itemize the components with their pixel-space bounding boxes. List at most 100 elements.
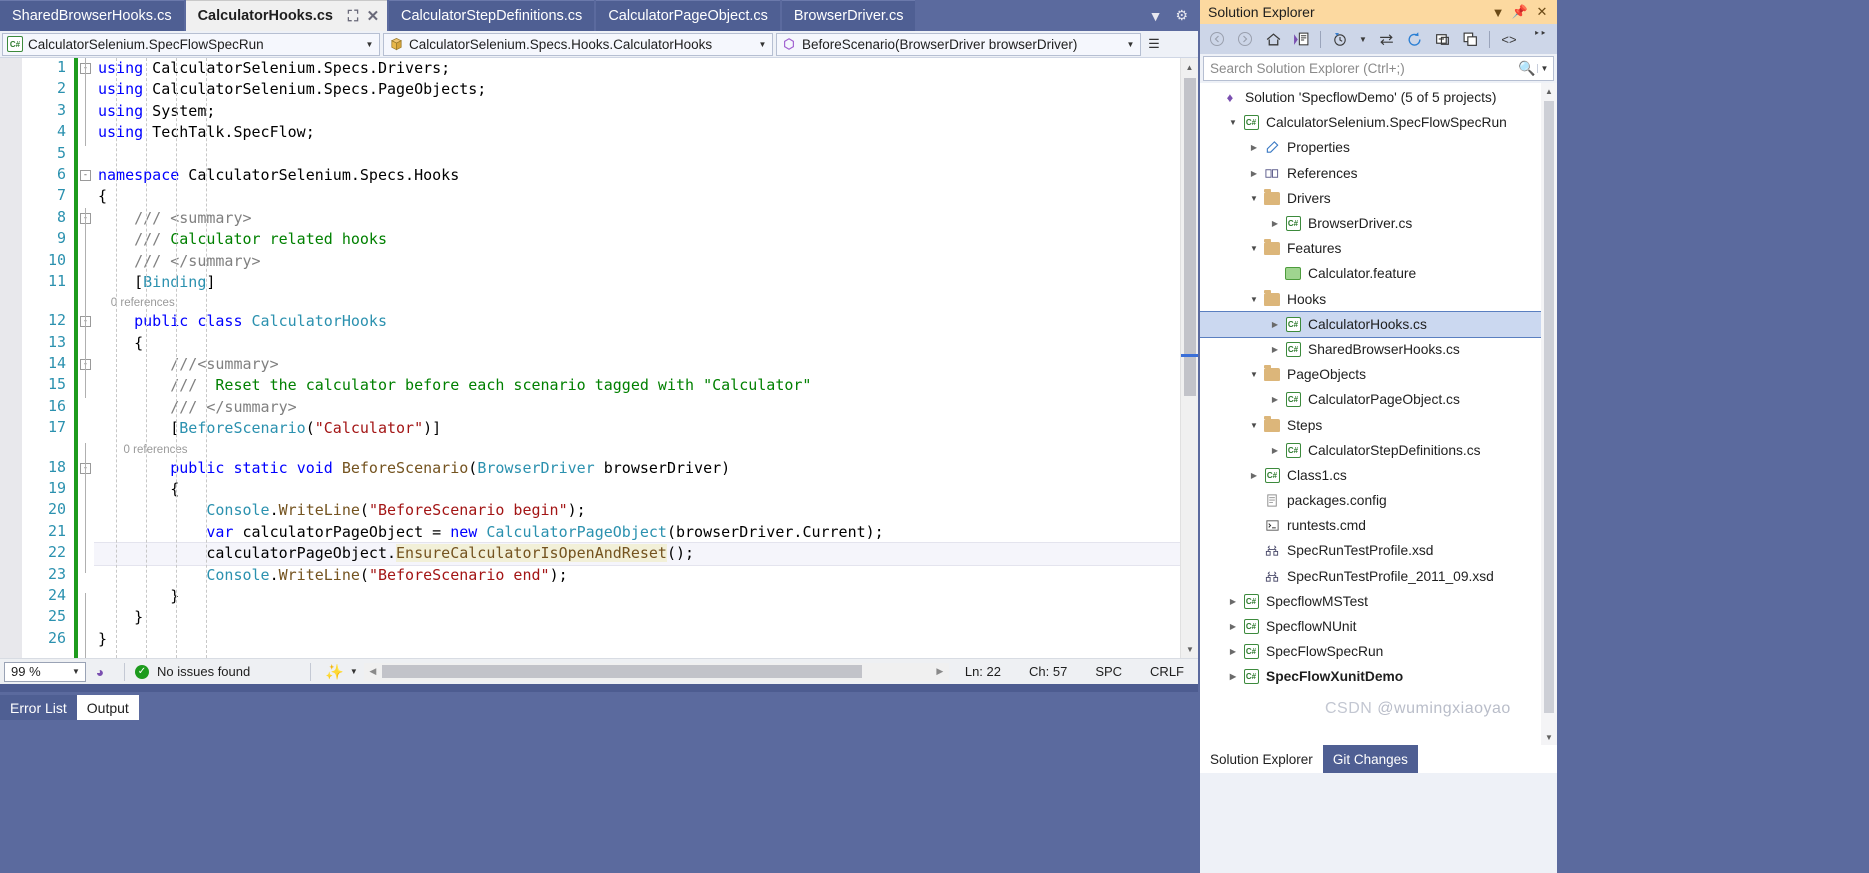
editor-tab[interactable]: CalculatorPageObject.cs [596, 0, 780, 31]
chevron-right-icon[interactable]: ▶ [1267, 395, 1283, 404]
tree-item[interactable]: ▼Hooks [1200, 287, 1557, 312]
chevron-down-icon[interactable]: ▼ [362, 40, 377, 49]
tree-item[interactable]: SpecRunTestProfile.xsd [1200, 538, 1557, 563]
code-line[interactable]: { [94, 333, 1198, 354]
dock-tab[interactable]: Output [77, 695, 139, 720]
chevron-right-icon[interactable]: ▶ [1225, 622, 1241, 631]
pin-icon[interactable]: ⛶ [343, 5, 363, 27]
caret-down-icon[interactable]: ▼ [1541, 729, 1557, 745]
tree-item[interactable]: ♦Solution 'SpecflowDemo' (5 of 5 project… [1200, 85, 1557, 110]
close-icon[interactable]: ✕ [1531, 1, 1553, 23]
overflow-icon[interactable]: ‣‣ [1527, 27, 1553, 51]
tree-item[interactable]: ▶C#BrowserDriver.cs [1200, 211, 1557, 236]
tree-item[interactable]: ▶Properties [1200, 135, 1557, 160]
code-line-current[interactable]: calculatorPageObject.EnsureCalculatorIsO… [94, 543, 1198, 564]
chevron-down-icon[interactable]: ▼ [1123, 40, 1138, 49]
zoom-level-dropdown[interactable]: 99 % ▼ [4, 662, 86, 682]
solution-footer-tab[interactable]: Solution Explorer [1200, 745, 1323, 773]
sync-with-active-document-icon[interactable] [1373, 27, 1399, 51]
code-folding-margin[interactable]: ------ [78, 58, 94, 658]
dock-tab[interactable]: Error List [0, 695, 77, 720]
solution-vertical-scrollbar[interactable]: ▲ ▼ [1541, 83, 1557, 745]
history-dropdown-icon[interactable]: ▼ [1355, 27, 1371, 51]
code-cleanup-icon[interactable]: ✨ [325, 663, 344, 681]
code-line[interactable]: using System; [94, 101, 1198, 122]
code-lens-references[interactable]: 0 references [94, 293, 1198, 311]
editor-tab[interactable]: CalculatorStepDefinitions.cs [389, 0, 594, 31]
search-icon[interactable]: 🔍 [1517, 60, 1537, 77]
chevron-right-icon[interactable]: ▶ [1225, 647, 1241, 656]
show-all-files-icon[interactable]: <> [1496, 27, 1522, 51]
solution-tree[interactable]: ♦Solution 'SpecflowDemo' (5 of 5 project… [1200, 83, 1557, 745]
caret-up-icon[interactable]: ▲ [1541, 83, 1557, 99]
chevron-right-icon[interactable]: ▶ [1225, 672, 1241, 681]
home-icon[interactable] [1260, 27, 1286, 51]
tree-item[interactable]: ▼Steps [1200, 412, 1557, 437]
chevron-right-icon[interactable]: ▶ [1267, 446, 1283, 455]
chevron-right-icon[interactable]: ▶ [1246, 471, 1262, 480]
refresh-icon[interactable] [1401, 27, 1427, 51]
pending-changes-filter-icon[interactable] [1288, 27, 1314, 51]
tree-item[interactable]: ▶C#SpecflowMSTest [1200, 589, 1557, 614]
tree-item[interactable]: ▶References [1200, 161, 1557, 186]
chevron-right-icon[interactable]: ▶ [1225, 597, 1241, 606]
code-line[interactable]: /// Calculator related hooks [94, 229, 1198, 250]
code-line[interactable]: { [94, 479, 1198, 500]
dock-splitter[interactable] [0, 684, 1198, 692]
feedback-icon[interactable]: ◕ [86, 664, 114, 680]
chevron-right-icon[interactable]: ▶ [1246, 143, 1262, 152]
chevron-down-icon[interactable]: ▼ [1225, 118, 1241, 127]
code-line[interactable]: namespace CalculatorSelenium.Specs.Hooks [94, 165, 1198, 186]
code-line[interactable]: /// </summary> [94, 251, 1198, 272]
code-line[interactable]: [Binding] [94, 272, 1198, 293]
editor-tab[interactable]: BrowserDriver.cs [782, 0, 916, 31]
chevron-right-icon[interactable]: ▶ [1267, 320, 1283, 329]
tree-item-selected[interactable]: ▶C#CalculatorHooks.cs [1200, 312, 1557, 337]
tree-item[interactable]: ▶C#Class1.cs [1200, 463, 1557, 488]
search-input[interactable]: Search Solution Explorer (Ctrl+;) 🔍 ▼ [1203, 56, 1554, 81]
code-lens-references[interactable]: 0 references [94, 440, 1198, 458]
pin-icon[interactable]: 📌 [1509, 1, 1531, 23]
code-editor-surface[interactable]: 1234567891011121314151617181920212223242… [0, 58, 1198, 658]
chevron-down-icon[interactable]: ▼ [1246, 421, 1262, 430]
chevron-right-icon[interactable]: ▶ [1246, 169, 1262, 178]
code-line[interactable]: Console.WriteLine("BeforeScenario begin"… [94, 500, 1198, 521]
navbar-member-dropdown[interactable]: BeforeScenario(BrowserDriver browserDriv… [776, 33, 1141, 56]
code-line[interactable]: Console.WriteLine("BeforeScenario end"); [94, 565, 1198, 586]
code-line[interactable]: using TechTalk.SpecFlow; [94, 122, 1198, 143]
code-line[interactable]: [BeforeScenario("Calculator")] [94, 418, 1198, 439]
back-icon[interactable] [1204, 27, 1230, 51]
tree-item[interactable]: ▶C#SpecFlowSpecRun [1200, 639, 1557, 664]
chevron-down-icon[interactable]: ▼ [1246, 194, 1262, 203]
properties-window-icon[interactable] [1457, 27, 1483, 51]
tree-item[interactable]: ▼Drivers [1200, 186, 1557, 211]
code-line[interactable]: public class CalculatorHooks [94, 311, 1198, 332]
code-line[interactable]: } [94, 629, 1198, 650]
code-line[interactable]: using CalculatorSelenium.Specs.Drivers; [94, 58, 1198, 79]
fold-toggle-icon[interactable]: - [80, 170, 91, 181]
tree-item[interactable]: packages.config [1200, 488, 1557, 513]
tree-item[interactable]: ▶C#SpecFlowXunitDemo [1200, 664, 1557, 689]
code-line[interactable] [94, 144, 1198, 165]
editor-vertical-scrollbar[interactable]: ▲ ▼ [1180, 58, 1198, 658]
code-text[interactable]: using CalculatorSelenium.Specs.Drivers; u… [94, 58, 1198, 658]
chevron-down-icon[interactable]: ▼ [755, 40, 770, 49]
gear-icon[interactable]: ⚙ [1175, 7, 1188, 24]
chevron-right-icon[interactable]: ▶ [1267, 345, 1283, 354]
line-ending-indicator[interactable]: CRLF [1136, 664, 1198, 679]
tree-item[interactable]: Calculator.feature [1200, 261, 1557, 286]
code-line[interactable]: ///<summary> [94, 354, 1198, 375]
window-menu-icon[interactable]: ▼ [1487, 1, 1509, 23]
forward-icon[interactable] [1232, 27, 1258, 51]
editor-tab[interactable]: SharedBrowserHooks.cs [0, 0, 184, 31]
caret-down-icon[interactable]: ▼ [1181, 640, 1198, 658]
code-line[interactable]: /// Reset the calculator before each sce… [94, 375, 1198, 396]
chevron-down-icon[interactable]: ▼ [69, 667, 83, 676]
caret-left-icon[interactable]: ◀ [364, 666, 382, 677]
scrollbar-track[interactable] [382, 665, 931, 678]
code-line[interactable]: /// <summary> [94, 208, 1198, 229]
chevron-down-icon[interactable]: ▼ [350, 667, 358, 676]
chevron-down-icon[interactable]: ▼ [1246, 370, 1262, 379]
tree-item[interactable]: runtests.cmd [1200, 513, 1557, 538]
scrollbar-thumb[interactable] [382, 665, 862, 678]
